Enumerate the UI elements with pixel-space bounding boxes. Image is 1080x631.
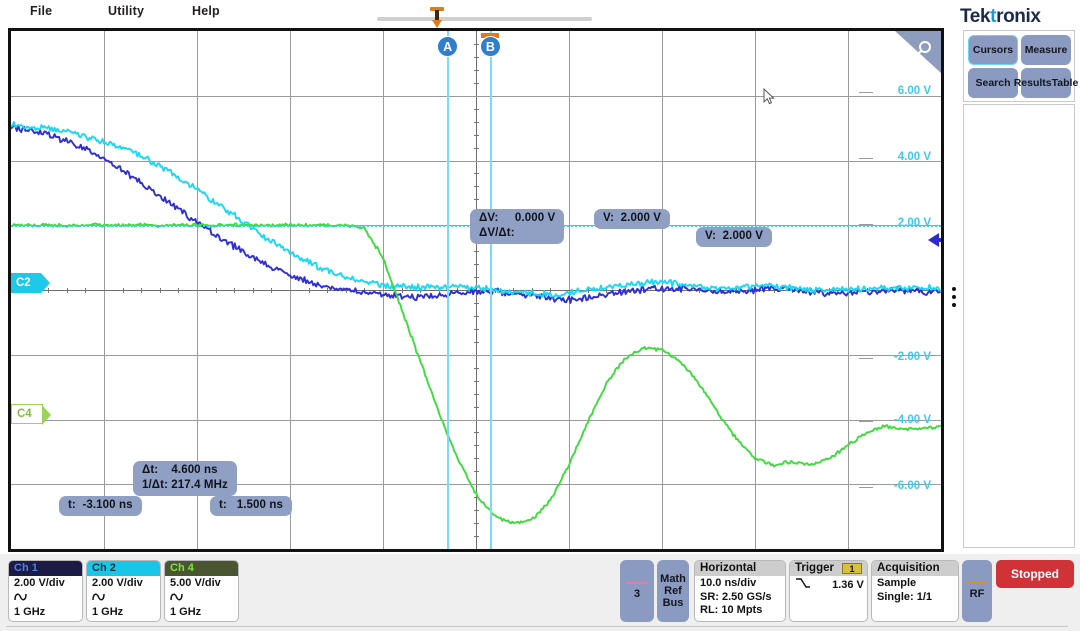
horizontal-values: 10.0 ns/div SR: 2.50 GS/s RL: 10 Mpts bbox=[695, 576, 785, 618]
trigger-level-value: 1.36 V bbox=[832, 579, 864, 591]
rf-label: RF bbox=[969, 588, 985, 601]
bottom-settings-bar: 3 Math Ref Bus Horizontal 10.0 ns/div SR: 2… bbox=[0, 554, 1080, 631]
channel-marker-label: C4 bbox=[17, 408, 32, 420]
trigger-marker-tip bbox=[432, 20, 442, 28]
trigger-source-badge[interactable]: 1 bbox=[842, 563, 862, 574]
voltage-axis-label: -6.00 V bbox=[893, 480, 931, 492]
readout-cursor-b-time[interactable]: t: 1.500 ns bbox=[210, 496, 292, 516]
magnifier-icon bbox=[914, 41, 931, 58]
channel-marker-c2[interactable]: C2 bbox=[11, 273, 50, 293]
channel-bandwidth: 1 GHz bbox=[92, 605, 124, 618]
results-list-panel[interactable] bbox=[963, 104, 1075, 548]
logo-post: ronix bbox=[996, 6, 1041, 27]
channel-card-header: Ch 4 bbox=[165, 561, 238, 576]
cursor-line-a[interactable] bbox=[447, 31, 450, 549]
voltage-axis-label: 2.00 V bbox=[897, 217, 931, 229]
logo-pre: Tek bbox=[960, 6, 991, 27]
menu-bar: File Utility Help bbox=[0, 0, 940, 26]
math-ref-bus-button[interactable]: Math Ref Bus bbox=[657, 560, 689, 622]
right-button-search[interactable]: Search bbox=[968, 68, 1018, 98]
channel-bandwidth: 1 GHz bbox=[14, 605, 46, 618]
right-panel: Tektronix Cursors Measure Search Results Tab… bbox=[952, 0, 1080, 552]
voltage-axis-label: 6.00 V bbox=[897, 85, 931, 97]
channel-card-ch2[interactable]: Ch 2 2.00 V/div 1 GHz bbox=[86, 560, 161, 622]
readout-cursor-a-voltage[interactable]: V: 2.000 V bbox=[594, 209, 670, 229]
acquisition-title: Acquisition bbox=[872, 561, 958, 576]
cursor-handle-a[interactable]: A bbox=[437, 36, 459, 57]
voltage-axis-tick bbox=[859, 158, 873, 159]
mouse-pointer-icon bbox=[763, 88, 775, 105]
channel-scale: 2.00 V/div bbox=[92, 577, 143, 589]
trigger-title: Trigger 1 bbox=[790, 561, 867, 576]
trigger-settings-card[interactable]: Trigger 1 1.36 V bbox=[789, 560, 868, 622]
math-ref-bus-line: Ref bbox=[664, 585, 682, 597]
horizontal-title: Horizontal bbox=[695, 561, 785, 576]
acquisition-values: Sample Single: 1/1 bbox=[872, 576, 958, 604]
voltage-axis-label: -4.00 V bbox=[893, 414, 931, 426]
rf-button[interactable]: RF bbox=[962, 560, 992, 622]
channel-marker-arrow bbox=[40, 273, 50, 293]
bottom-divider bbox=[6, 626, 1068, 627]
ac-coupling-icon bbox=[87, 591, 160, 605]
channel-marker-c4[interactable]: C4 bbox=[11, 404, 51, 425]
horizontal-line: SR: 2.50 GS/s bbox=[700, 590, 772, 603]
acquisition-line: Single: 1/1 bbox=[877, 590, 933, 603]
channel-card-ch4[interactable]: Ch 4 5.00 V/div 1 GHz bbox=[164, 560, 239, 622]
voltage-axis-label: 4.00 V bbox=[897, 151, 931, 163]
cursor-line-b[interactable] bbox=[489, 31, 492, 549]
ac-coupling-icon bbox=[9, 591, 82, 605]
menu-item-file[interactable]: File bbox=[30, 4, 52, 18]
zoom-button[interactable] bbox=[895, 31, 941, 73]
trigger-values: 1.36 V bbox=[790, 576, 867, 593]
horizontal-settings-card[interactable]: Horizontal 10.0 ns/div SR: 2.50 GS/s RL: 1… bbox=[694, 560, 786, 622]
menu-item-utility[interactable]: Utility bbox=[108, 4, 144, 18]
channel-card-header: Ch 1 bbox=[9, 561, 82, 576]
right-button-results-table[interactable]: Results Table bbox=[1014, 68, 1078, 98]
math-ref-bus-line: Bus bbox=[662, 597, 684, 609]
channel-marker-arrow bbox=[41, 405, 51, 425]
readout-cursor-a-time[interactable]: t: -3.100 ns bbox=[59, 496, 142, 516]
ac-coupling-icon bbox=[165, 591, 238, 605]
voltage-axis-tick bbox=[859, 92, 873, 93]
voltage-axis-tick bbox=[859, 358, 873, 359]
channel-card-header: Ch 2 bbox=[87, 561, 160, 576]
tektronix-logo: Tektronix bbox=[960, 6, 1041, 28]
channel-card-ch1[interactable]: Ch 1 2.00 V/div 1 GHz bbox=[8, 560, 83, 622]
trigger-title-text: Trigger bbox=[795, 562, 834, 574]
channel-3-color-dash bbox=[626, 581, 648, 585]
trigger-level-bar bbox=[935, 237, 941, 242]
math-ref-bus-label: Math Ref Bus bbox=[660, 573, 686, 609]
acquisition-settings-card[interactable]: Acquisition Sample Single: 1/1 bbox=[871, 560, 959, 622]
voltage-axis-tick bbox=[859, 421, 873, 422]
voltage-axis-tick bbox=[859, 487, 873, 488]
horizontal-position-bar[interactable] bbox=[377, 17, 592, 21]
menu-item-help[interactable]: Help bbox=[192, 4, 220, 18]
readout-delta-v[interactable]: ΔV: 0.000 V ΔV/Δt: bbox=[470, 209, 565, 244]
voltage-axis-label: -2.00 V bbox=[893, 351, 931, 363]
rf-color-dash bbox=[966, 581, 988, 585]
horizontal-line: 10.0 ns/div bbox=[700, 577, 757, 589]
horizontal-line: RL: 10 Mpts bbox=[700, 604, 763, 616]
right-button-measure[interactable]: Measure bbox=[1021, 35, 1071, 65]
right-button-group: Cursors Measure Search Results Table bbox=[963, 30, 1078, 102]
falling-edge-icon bbox=[796, 578, 810, 588]
readout-cursor-b-voltage[interactable]: V: 2.000 V bbox=[696, 227, 772, 247]
channel-scale: 2.00 V/div bbox=[14, 577, 65, 589]
channel-3-label: 3 bbox=[633, 588, 641, 601]
trigger-position-marker[interactable] bbox=[430, 7, 444, 29]
channel-bandwidth: 1 GHz bbox=[170, 605, 202, 618]
voltage-axis-tick bbox=[859, 224, 873, 225]
channel-3-button[interactable]: 3 bbox=[620, 560, 654, 622]
run-stop-status-button[interactable]: Stopped bbox=[996, 560, 1074, 588]
readout-delta-t[interactable]: Δt: 4.600 ns 1/Δt: 217.4 MHz bbox=[133, 461, 237, 496]
right-button-cursors[interactable]: Cursors bbox=[968, 35, 1018, 65]
channel-marker-label: C2 bbox=[16, 277, 31, 289]
math-ref-bus-line: Math bbox=[660, 573, 686, 585]
cursor-handle-b[interactable]: B bbox=[479, 36, 501, 57]
acquisition-line: Sample bbox=[877, 577, 917, 589]
channel-scale: 5.00 V/div bbox=[170, 577, 221, 589]
